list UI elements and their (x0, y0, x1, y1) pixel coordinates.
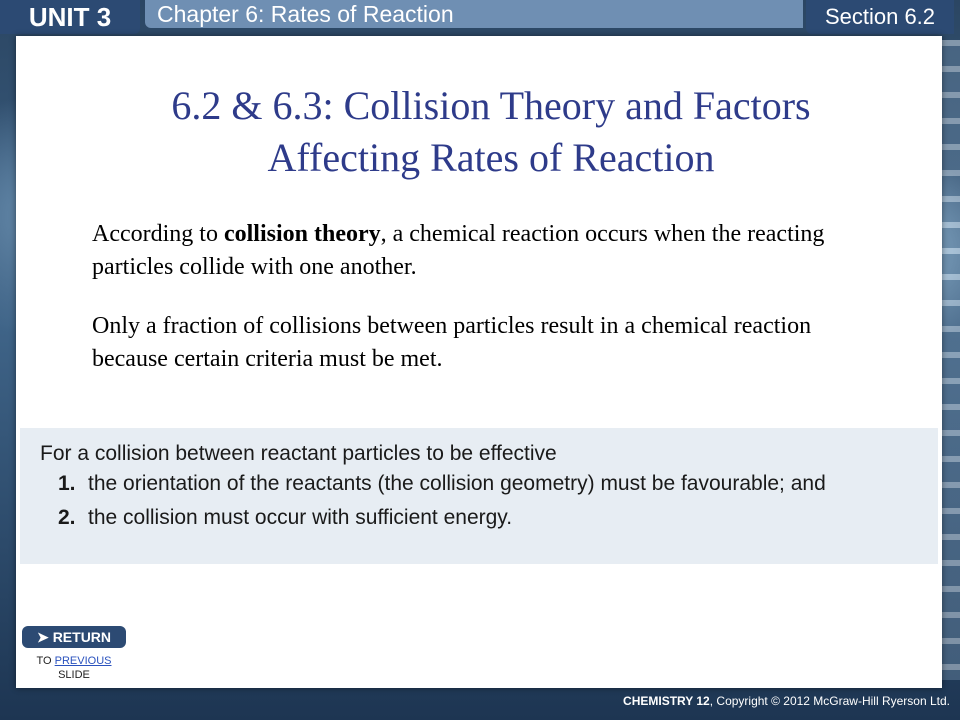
book-title: CHEMISTRY 12 (623, 694, 710, 708)
slide-content: 6.2 & 6.3: Collision Theory and Factors … (16, 36, 942, 688)
caption-to: TO (36, 655, 52, 667)
caption-slide: SLIDE (58, 669, 90, 681)
criteria-box: For a collision between reactant particl… (20, 428, 938, 564)
criteria-number: 1. (58, 472, 76, 495)
criteria-text: the orientation of the reactants (the co… (88, 472, 826, 495)
chapter-label: Chapter 6: Rates of Reaction (145, 0, 803, 28)
return-button-label: RETURN (52, 629, 112, 645)
copyright-footer: CHEMISTRY 12, Copyright © 2012 McGraw-Hi… (623, 694, 950, 708)
para1-pre: According to (92, 221, 224, 247)
criteria-intro: For a collision between reactant particl… (40, 442, 557, 465)
return-arrow-icon: ➤ (36, 628, 49, 645)
paragraph-collision-theory: According to collision theory, a chemica… (92, 218, 872, 284)
copyright-text: , Copyright © 2012 McGraw-Hill Ryerson L… (709, 694, 950, 708)
unit-label: UNIT 3 (0, 0, 140, 34)
return-caption: TO PREVIOUS SLIDE (20, 654, 128, 682)
title-line-1: 6.2 & 6.3: Collision Theory and Factors (171, 83, 811, 128)
criteria-item: 2. the collision must occur with suffici… (58, 506, 938, 530)
header-bar: UNIT 3 Chapter 6: Rates of Reaction Sect… (0, 0, 960, 34)
term-collision-theory: collision theory (223, 221, 381, 247)
previous-link[interactable]: PREVIOUS (55, 655, 112, 667)
criteria-text: the collision must occur with sufficient… (88, 506, 513, 529)
return-button[interactable]: ➤ RETURN (22, 626, 126, 648)
slide-title: 6.2 & 6.3: Collision Theory and Factors … (56, 80, 926, 184)
title-line-2: Affecting Rates of Reaction (267, 135, 715, 180)
paragraph-criteria: Only a fraction of collisions between pa… (92, 313, 812, 372)
criteria-item: 1. the orientation of the reactants (the… (58, 472, 938, 496)
section-label: Section 6.2 (806, 0, 954, 34)
background-decoration (942, 40, 960, 680)
body-text: According to collision theory, a chemica… (92, 218, 872, 402)
criteria-number: 2. (58, 506, 76, 529)
